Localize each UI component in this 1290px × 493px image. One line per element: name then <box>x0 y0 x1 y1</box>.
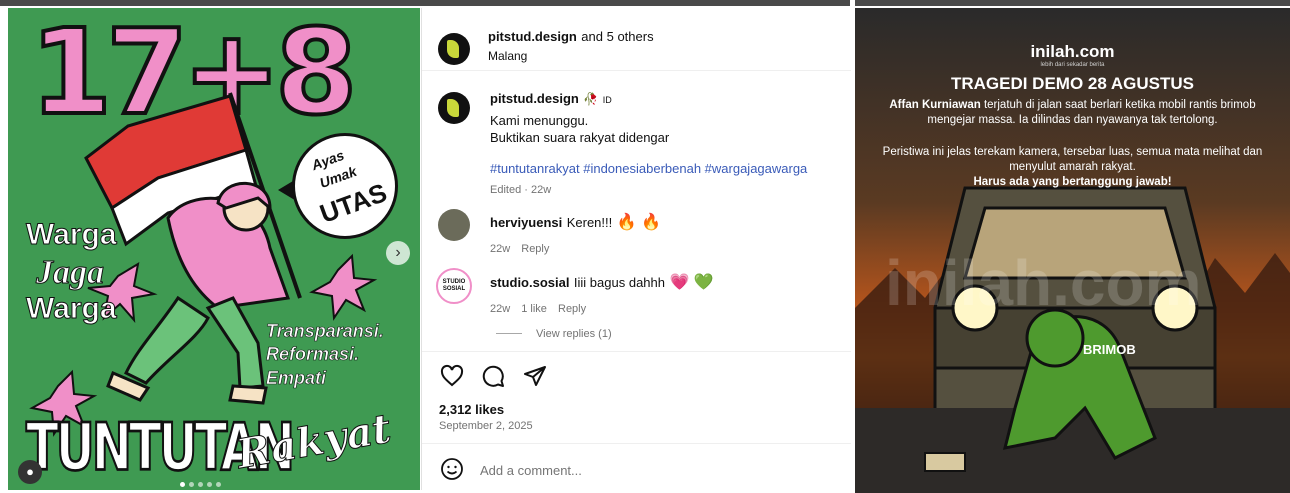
caption-avatar[interactable] <box>438 92 470 124</box>
victim-name: Affan Kurniawan <box>889 99 981 111</box>
caption-badge: ID <box>602 95 612 105</box>
heart-icon[interactable] <box>440 364 464 388</box>
comment-likes[interactable]: 1 like <box>521 303 547 315</box>
comment-time: 22w <box>490 243 511 255</box>
top-border <box>0 0 850 6</box>
news-image: BRIMOB inilah.com inilah.com lebih dari … <box>855 8 1290 493</box>
warga-jaga-warga: Warga Jaga Warga <box>26 218 118 326</box>
add-comment-input[interactable] <box>478 459 822 481</box>
slogans: Transparansi. Reformasi. Empati <box>266 320 384 390</box>
commenter-avatar[interactable] <box>438 209 470 241</box>
tagged-users-icon[interactable]: ● <box>18 460 42 484</box>
brand-tagline: lebih dari sekadar berita <box>1040 62 1105 68</box>
comment-text: Iiii bagus dahhh <box>573 275 665 290</box>
vehicle-label: BRIMOB <box>1083 342 1136 357</box>
brand-logo: inilah.com <box>1030 42 1115 61</box>
comment-text: Keren!!! <box>566 215 613 230</box>
commenter-avatar[interactable]: STUDIO SOSIAL <box>436 268 472 304</box>
comment-meta: 22w 1 like Reply <box>490 303 714 315</box>
likes-count[interactable]: 2,312 likes <box>439 402 504 417</box>
watermark: inilah.com <box>885 247 1202 319</box>
divider <box>422 443 851 444</box>
divider-line <box>496 333 522 335</box>
slogan-2: Reformasi. <box>266 344 360 365</box>
post-date: September 2, 2025 <box>439 420 533 432</box>
divider <box>422 70 851 71</box>
comment-meta: 22w Reply <box>490 243 661 255</box>
reply-button[interactable]: Reply <box>521 243 549 255</box>
para2-text: Peristiwa ini jelas terekam kamera, ters… <box>882 146 1263 173</box>
comment-icon[interactable] <box>481 364 505 388</box>
comment-username[interactable]: studio.sosial <box>490 275 569 290</box>
speech-bubble: Ayas Umak UTAS <box>292 133 398 239</box>
caption-line-1: Kami menunggu. <box>490 113 589 128</box>
header-others[interactable]: and 5 others <box>581 29 653 44</box>
warga-line-2: Jaga <box>36 253 105 291</box>
share-icon[interactable] <box>523 364 547 388</box>
next-image-button[interactable]: › <box>386 241 410 265</box>
comment: studio.sosial Iiii bagus dahhh 💗 💚 22w 1… <box>490 272 714 315</box>
flag-emoji-icon: 🥀 <box>583 92 599 106</box>
header-location[interactable]: Malang <box>488 49 654 63</box>
carousel-dot <box>180 482 185 487</box>
carousel-dot <box>189 482 194 487</box>
slogan-3: Empati <box>266 367 327 388</box>
slogan-1: Transparansi. <box>266 321 384 342</box>
caption-edited: Edited · 22w <box>490 184 552 196</box>
author-avatar[interactable] <box>438 33 470 65</box>
fire-emoji-icon: 🔥 🔥 <box>616 214 661 231</box>
comment-time: 22w <box>490 303 511 315</box>
view-replies-label[interactable]: View replies (1) <box>536 328 612 340</box>
news-paragraph-2: Peristiwa ini jelas terekam kamera, ters… <box>875 145 1270 190</box>
top-border-right <box>855 0 1290 6</box>
header-username[interactable]: pitstud.design <box>488 29 577 44</box>
comment: herviyuensi Keren!!! 🔥 🔥 22w Reply <box>490 212 661 255</box>
studio-sosial-logo: STUDIO SOSIAL <box>442 279 466 292</box>
emoji-icon[interactable] <box>440 457 464 481</box>
para2-bold: Harus ada yang bertanggung jawab! <box>973 175 1172 188</box>
carousel-dot <box>207 482 212 487</box>
carousel-dot <box>198 482 203 487</box>
news-title: TRAGEDI DEMO 28 AGUSTUS <box>950 74 1195 93</box>
warga-line-1: Warga <box>26 218 118 252</box>
caption-line-2: Buktikan suara rakyat didengar <box>490 130 670 145</box>
warga-line-3: Warga <box>26 291 118 325</box>
post-sidebar: pitstud.design and 5 others Malang pitst… <box>421 8 851 490</box>
comment-username[interactable]: herviyuensi <box>490 215 562 230</box>
caption-hashtags[interactable]: #tuntutanrakyat #indonesiaberbenah #warg… <box>490 161 840 176</box>
reply-button[interactable]: Reply <box>558 303 586 315</box>
caption-username[interactable]: pitstud.design <box>490 91 579 106</box>
carousel-dots <box>178 474 223 490</box>
post-image[interactable]: 17+8 Ayas Umak UTAS Warga Jaga Warga Tra… <box>8 8 420 490</box>
carousel-dot <box>216 482 221 487</box>
caption: pitstud.design 🥀 ID Kami menunggu. Bukti… <box>490 90 840 196</box>
divider <box>422 351 851 352</box>
post-header: pitstud.design and 5 others Malang <box>488 28 654 63</box>
view-replies-button[interactable]: View replies (1) <box>496 326 612 340</box>
heart-emoji-icon: 💗 💚 <box>669 274 714 291</box>
news-paragraph-1: Affan Kurniawan terjatuh di jalan saat b… <box>875 98 1270 128</box>
